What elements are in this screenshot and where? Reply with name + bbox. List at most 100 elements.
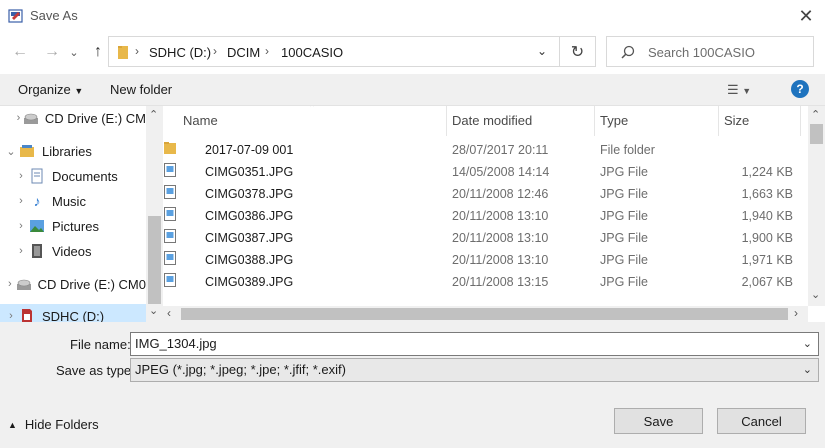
- libraries-icon: [18, 143, 36, 159]
- recent-locations-button[interactable]: ⌄: [62, 40, 86, 64]
- chevron-right-icon: ›: [19, 220, 23, 232]
- cancel-button[interactable]: Cancel: [717, 408, 806, 434]
- nav-item-label: Videos: [52, 243, 92, 259]
- address-bar[interactable]: › SDHC (D:) › DCIM › 100CASIO ⌄: [108, 36, 560, 67]
- up-button[interactable]: ↑: [86, 40, 110, 64]
- breadcrumb-separator: ›: [265, 44, 269, 58]
- folder-icon: [164, 142, 176, 154]
- hide-folders-label: Hide Folders: [24, 417, 99, 432]
- file-row[interactable]: CIMG0388.JPG 20/11/2008 13:10 JPG File 1…: [163, 250, 808, 272]
- breadcrumb-separator: ›: [213, 44, 217, 58]
- file-type: JPG File: [600, 187, 648, 201]
- caret-down-icon: ▼: [742, 86, 752, 96]
- nav-item-libraries[interactable]: ⌄ Libraries: [0, 139, 146, 163]
- sd-card-icon: [18, 308, 36, 322]
- file-size: 1,663 KB: [741, 187, 793, 201]
- sort-ascending-icon: ⌃: [308, 106, 317, 114]
- cd-drive-icon: [23, 110, 39, 126]
- file-name-input[interactable]: IMG_1304.jpg ⌄: [130, 332, 819, 356]
- column-header-date[interactable]: Date modified: [452, 113, 532, 128]
- file-row[interactable]: 2017-07-09 001 28/07/2017 20:11 File fol…: [163, 140, 808, 162]
- chevron-right-icon: ›: [7, 278, 12, 290]
- save-button[interactable]: Save: [614, 408, 703, 434]
- nav-item-label: CD Drive (E:) CM: [44, 110, 146, 126]
- help-button[interactable]: ?: [791, 80, 809, 98]
- pictures-icon: [28, 218, 46, 234]
- scroll-down-icon[interactable]: ⌄: [811, 288, 820, 301]
- file-size: 1,940 KB: [741, 209, 793, 223]
- forward-button[interactable]: →: [40, 40, 64, 64]
- nav-item-label: Documents: [52, 168, 118, 184]
- documents-icon: [28, 168, 46, 184]
- file-type: JPG File: [600, 209, 648, 223]
- back-button[interactable]: ←: [8, 40, 32, 64]
- organize-label: Organize: [18, 82, 71, 97]
- organize-button[interactable]: Organize ▼: [18, 82, 83, 97]
- image-file-icon: [164, 185, 176, 199]
- help-icon: ?: [796, 82, 804, 96]
- save-as-type-select[interactable]: JPEG (*.jpg; *.jpeg; *.jpe; *.jfif; *.ex…: [130, 358, 819, 382]
- file-type: JPG File: [600, 275, 648, 289]
- file-date: 20/11/2008 13:15: [452, 275, 549, 289]
- column-header-name[interactable]: Name: [183, 113, 218, 128]
- column-divider[interactable]: [594, 106, 595, 136]
- column-divider[interactable]: [446, 106, 447, 136]
- file-size: 2,067 KB: [741, 275, 793, 289]
- file-date: 20/11/2008 13:10: [452, 231, 549, 245]
- nav-item-sdhc[interactable]: › SDHC (D:): [0, 304, 146, 322]
- nav-item-pictures[interactable]: › Pictures: [0, 214, 146, 238]
- search-input[interactable]: Search 100CASIO: [606, 36, 814, 67]
- file-date: 20/11/2008 13:10: [452, 209, 549, 223]
- arrow-right-icon: →: [44, 43, 60, 60]
- image-file-icon: [164, 251, 176, 265]
- scroll-down-icon[interactable]: ⌄: [149, 304, 158, 317]
- nav-item-videos[interactable]: › Videos: [0, 239, 146, 263]
- nav-item-label: CD Drive (E:) CM0: [37, 276, 146, 292]
- nav-item-music[interactable]: › ♪ Music: [0, 189, 146, 213]
- column-divider[interactable]: [718, 106, 719, 136]
- refresh-button[interactable]: ↻: [559, 36, 596, 67]
- file-name: CIMG0378.JPG: [205, 187, 294, 201]
- column-header-size[interactable]: Size: [724, 113, 749, 128]
- scroll-up-icon[interactable]: ⌃: [811, 108, 820, 121]
- chevron-right-icon: ›: [19, 195, 23, 207]
- image-file-icon: [164, 229, 176, 243]
- scroll-left-icon[interactable]: ‹: [167, 306, 171, 320]
- nav-item-label: SDHC (D:): [42, 308, 105, 323]
- breadcrumb-sdhc[interactable]: SDHC (D:): [149, 45, 211, 60]
- new-folder-button[interactable]: New folder: [110, 82, 172, 97]
- navigation-pane: › CD Drive (E:) CM ⌄ Libraries › Documen…: [0, 106, 163, 322]
- app-icon: [8, 9, 23, 23]
- close-button[interactable]: ✕: [792, 4, 820, 28]
- breadcrumb-dcim[interactable]: DCIM: [227, 45, 260, 60]
- file-list-scroll-thumb[interactable]: [810, 124, 823, 144]
- hide-folders-button[interactable]: ▲ Hide Folders: [8, 417, 99, 432]
- nav-item-cd-drive-1[interactable]: › CD Drive (E:) CM: [0, 106, 146, 130]
- file-row[interactable]: CIMG0387.JPG 20/11/2008 13:10 JPG File 1…: [163, 228, 808, 250]
- nav-item-documents[interactable]: › Documents: [0, 164, 146, 188]
- scroll-up-icon[interactable]: ⌃: [149, 108, 158, 121]
- nav-item-cd-drive-2[interactable]: › CD Drive (E:) CM0: [0, 272, 146, 296]
- column-header-type[interactable]: Type: [600, 113, 628, 128]
- file-row[interactable]: CIMG0378.JPG 20/11/2008 12:46 JPG File 1…: [163, 184, 808, 206]
- nav-pane-scroll-thumb[interactable]: [148, 216, 161, 304]
- file-row[interactable]: CIMG0386.JPG 20/11/2008 13:10 JPG File 1…: [163, 206, 808, 228]
- file-date: 14/05/2008 14:14: [452, 165, 550, 179]
- nav-item-label: Pictures: [52, 218, 99, 234]
- column-divider[interactable]: [800, 106, 801, 136]
- window-title: Save As: [30, 8, 78, 23]
- chevron-right-icon: ›: [19, 170, 23, 182]
- file-name-value: IMG_1304.jpg: [135, 336, 217, 351]
- view-options-button[interactable]: ☰ ▼: [727, 82, 751, 98]
- file-row[interactable]: CIMG0351.JPG 14/05/2008 14:14 JPG File 1…: [163, 162, 808, 184]
- address-dropdown-icon[interactable]: ⌄: [537, 44, 547, 58]
- file-size: 1,900 KB: [741, 231, 793, 245]
- chevron-right-icon: ›: [16, 112, 21, 124]
- chevron-down-icon[interactable]: ⌄: [803, 337, 812, 350]
- breadcrumb-100casio[interactable]: 100CASIO: [281, 45, 343, 60]
- scroll-right-icon[interactable]: ›: [794, 306, 798, 320]
- cd-drive-icon: [16, 276, 32, 292]
- horizontal-scroll-thumb[interactable]: [181, 308, 788, 320]
- file-row[interactable]: CIMG0389.JPG 20/11/2008 13:15 JPG File 2…: [163, 272, 808, 294]
- file-date: 28/07/2017 20:11: [452, 143, 549, 157]
